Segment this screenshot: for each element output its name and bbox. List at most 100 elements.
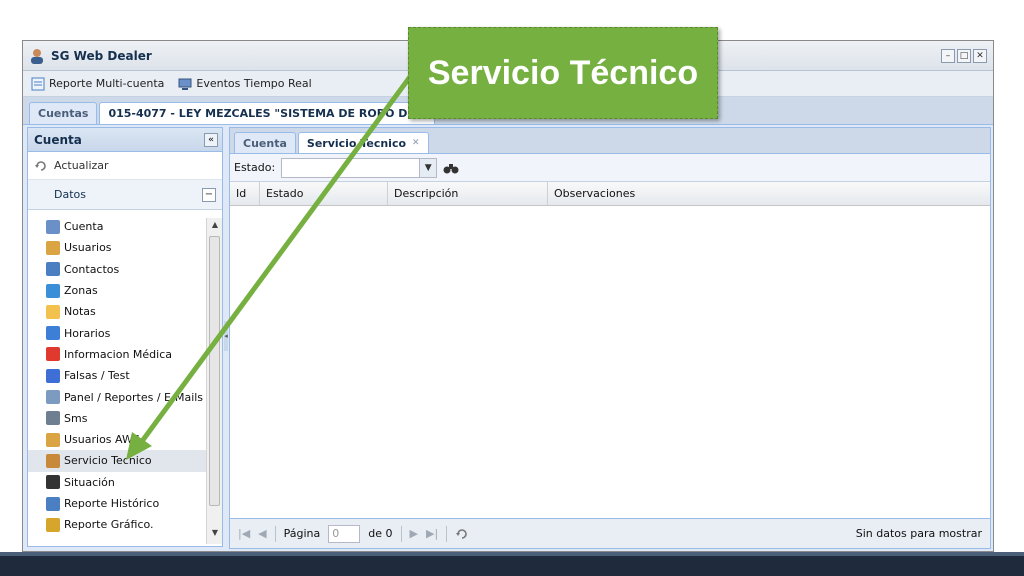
pager-separator [400,525,402,542]
nav-item-label: Reporte Gráfico. [64,518,154,532]
wrench-icon [46,453,60,468]
estado-label: Estado: [234,161,276,174]
close-tab-icon[interactable]: ✕ [412,138,420,148]
monitor-icon [178,78,192,90]
nav-item[interactable]: Servicio Tecnico [28,450,206,472]
nav-item[interactable]: Situación [28,472,206,493]
multi-report-button[interactable]: Reporte Multi-cuenta [31,77,164,91]
col-observaciones[interactable]: Observaciones [548,182,984,205]
chevron-down-icon[interactable]: ▼ [419,158,437,177]
nav-item-label: Panel / Reportes / E-Mails [64,390,204,404]
tab-cuenta-label: Cuenta [243,136,287,150]
chart-icon [46,517,60,532]
nav-item[interactable]: Usuarios AWS [28,429,206,450]
collapse-section-icon[interactable]: − [202,187,216,202]
nav-item[interactable]: Usuarios [28,237,206,258]
first-page-icon[interactable]: |◀ [238,527,250,540]
binoculars-icon[interactable] [443,161,459,175]
minimize-icon[interactable]: – [941,48,955,63]
refresh-icon[interactable] [455,527,469,541]
maximize-icon[interactable]: □ [957,48,971,63]
left-panel: Cuenta « Actualizar Datos − Cuenta Usuari… [27,127,223,547]
estado-select[interactable]: ▼ [281,157,438,178]
clock-icon [46,326,60,341]
nav-list: Cuenta Usuarios Contactos Zonas Notas Horario… [28,216,206,535]
grid-body [230,206,990,518]
notes-icon [46,304,60,319]
user-icon [31,48,43,64]
col-descripcion[interactable]: Descripción [388,182,548,205]
medical-icon [46,347,60,362]
events-button[interactable]: Eventos Tiempo Real [178,77,312,91]
multi-report-label: Reporte Multi-cuenta [49,77,165,90]
next-page-icon[interactable]: ▶ [410,527,418,540]
nav-item-label: Contactos [64,262,120,276]
col-id[interactable]: Id [230,182,260,205]
nav-item[interactable]: Sms [28,408,206,429]
scroll-thumb[interactable] [209,236,220,506]
refresh-label: Actualizar [54,159,109,172]
nav-item[interactable]: Contactos [28,259,206,280]
nav-item-label: Informacion Médica [64,347,172,361]
nav-item-label: Falsas / Test [64,369,130,383]
panel-splitter[interactable]: ◂ [224,321,228,351]
nav-item-label: Usuarios [64,241,112,255]
left-panel-title: Cuenta [34,132,82,147]
prev-page-icon[interactable]: ◀ [258,527,266,540]
nav-item[interactable]: Falsas / Test [28,365,206,386]
refresh-button[interactable]: Actualizar [28,152,222,180]
phone-icon [46,411,60,426]
zones-icon [46,283,60,298]
page-input[interactable]: 0 [328,524,361,543]
users-icon [46,432,60,447]
nav-item-label: Sms [64,411,88,425]
grid-header: Id Estado Descripción Observaciones [230,182,990,206]
left-scrollbar[interactable]: ▲ ▼ [206,218,222,544]
empty-message: Sin datos para mostrar [855,527,982,540]
page-count: de 0 [368,527,393,540]
nav-item[interactable]: Reporte Histórico [28,493,206,514]
datos-label: Datos [54,188,86,201]
left-panel-header: Cuenta « [28,128,222,152]
nav-item[interactable]: Informacion Médica [28,344,206,365]
nav-item[interactable]: Panel / Reportes / E-Mails [28,386,206,407]
tab-servicio-tecnico[interactable]: Servicio Tecnico ✕ [297,132,429,153]
collapse-icon[interactable]: « [204,132,218,147]
nav-item[interactable]: Cuenta [28,216,206,237]
tab-account[interactable]: 015-4077 - LEY MEZCALES "SISTEMA DE ROBO… [99,102,436,124]
scroll-up-icon[interactable]: ▲ [207,220,223,234]
nav-item-label: Servicio Tecnico [64,454,152,468]
nav-item-label: Cuenta [64,220,104,234]
wrench-icon [46,390,60,405]
nav-item[interactable]: Reporte Gráfico. [28,514,206,535]
nav-item[interactable]: Zonas [28,280,206,301]
close-icon[interactable]: ✕ [973,48,987,63]
tab-cuenta[interactable]: Cuenta [234,132,296,153]
nav-item-label: Horarios [64,326,111,340]
card-icon [46,219,60,234]
nav-item-label: Reporte Histórico [64,497,160,510]
scroll-down-icon[interactable]: ▼ [207,528,223,542]
content-panel: Cuenta Servicio Tecnico ✕ Estado: ▼ Id E… [229,127,991,549]
flask-icon [46,368,60,383]
pager-separator [446,525,448,542]
refresh-icon [35,160,46,171]
slide-footer-bar [0,556,1024,576]
callout-box: Servicio Técnico [408,27,718,119]
tab-cuentas[interactable]: Cuentas [29,102,98,124]
pager: |◀ ◀ Página 0 de 0 ▶ ▶| Sin datos para m… [230,518,990,548]
pager-separator [274,525,276,542]
last-page-icon[interactable]: ▶| [426,527,438,540]
datos-section-header[interactable]: Datos − [28,180,222,210]
binoculars-icon [46,475,60,490]
nav-item-label: Zonas [64,284,98,298]
nav-item[interactable]: Notas [28,301,206,322]
content-tabs: Cuenta Servicio Tecnico ✕ [230,128,990,154]
tab-servicio-label: Servicio Tecnico [306,136,407,150]
nav-item-label: Notas [64,305,96,319]
nav-item-label: Usuarios AWS [64,433,140,447]
report-icon [46,496,60,511]
nav-item[interactable]: Horarios [28,322,206,343]
col-estado[interactable]: Estado [260,182,388,205]
nav-item-label: Situación [64,475,115,489]
